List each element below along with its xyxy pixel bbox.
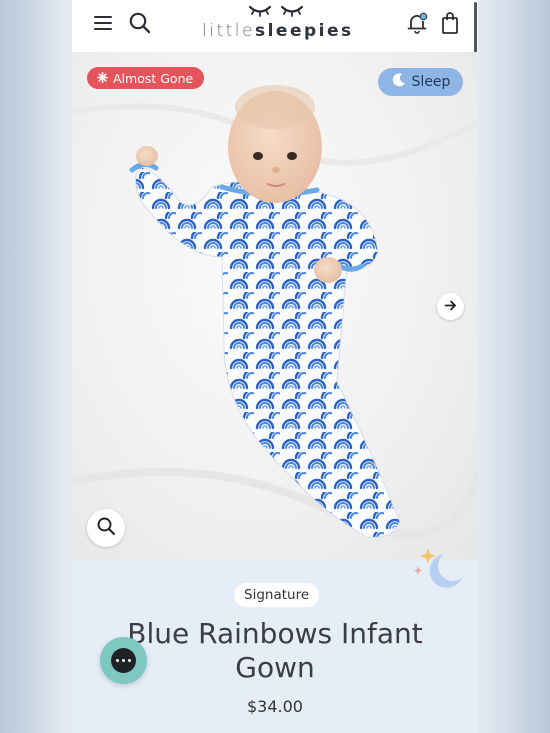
product-price: $34.00 <box>247 697 303 716</box>
chat-widget-button[interactable] <box>100 637 147 684</box>
category-badge[interactable]: Sleep <box>378 68 463 96</box>
menu-icon <box>93 15 113 35</box>
sparkle-icon <box>97 71 108 86</box>
product-title-line-1: Blue Rainbows Infant <box>127 617 423 650</box>
brand-logo[interactable]: littlesleepies <box>202 0 352 52</box>
brand-wordmark: littlesleepies <box>202 21 352 41</box>
product-title: Blue Rainbows Infant Gown <box>92 617 458 685</box>
category-badge-label: Sleep <box>411 74 451 90</box>
notifications-button[interactable] <box>401 9 433 41</box>
menu-button[interactable] <box>87 9 119 41</box>
search-icon <box>128 11 152 39</box>
product-photo <box>72 85 478 539</box>
phone-screen: littlesleepies Almost Gone Sleep Signatu… <box>72 0 478 733</box>
collection-tag[interactable]: Signature <box>234 583 320 607</box>
brand-word-sleepies: sleepies <box>254 21 354 41</box>
search-button[interactable] <box>124 9 156 41</box>
site-header: littlesleepies <box>72 0 478 66</box>
stock-status-badge: Almost Gone <box>87 67 205 89</box>
next-image-button[interactable] <box>437 293 464 320</box>
stock-status-label: Almost Gone <box>113 70 194 86</box>
product-image-carousel[interactable]: Almost Gone Sleep <box>72 52 478 560</box>
arrow-right-icon <box>444 297 457 316</box>
moon-icon <box>391 72 407 92</box>
magnifier-icon <box>96 516 116 540</box>
product-title-line-2: Gown <box>235 651 315 684</box>
moon-stars-decoration-icon <box>410 542 466 596</box>
brand-word-little: little <box>202 21 255 41</box>
notification-bell-icon <box>405 11 429 39</box>
cart-button[interactable] <box>434 9 466 41</box>
chat-bubble-icon <box>111 648 136 673</box>
zoom-image-button[interactable] <box>87 509 125 547</box>
shopping-bag-icon <box>439 11 461 39</box>
